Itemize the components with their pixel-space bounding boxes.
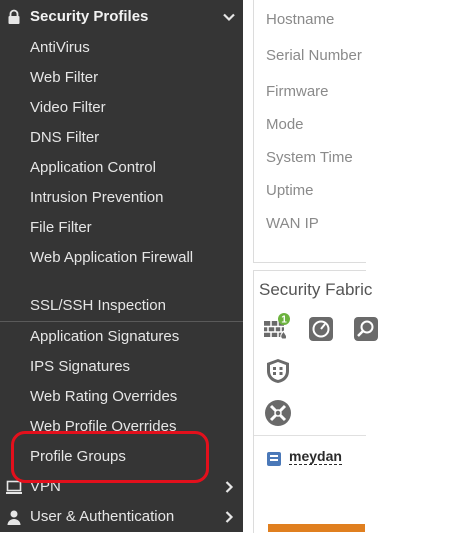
sidebar-item-label: User & Authentication [30, 508, 175, 525]
sidebar-item-file-filter[interactable]: File Filter [30, 219, 92, 237]
notification-badge: 1 [281, 315, 287, 326]
sidebar-item-intrusion-prevention[interactable]: Intrusion Prevention [30, 189, 163, 207]
sidebar-item-web-filter[interactable]: Web Filter [30, 69, 98, 87]
sidebar-item-ips-signatures[interactable]: IPS Signatures [30, 358, 130, 376]
sidebar-item-application-control[interactable]: Application Control [30, 159, 156, 177]
user-icon [7, 510, 21, 525]
highlight-annotation [11, 431, 209, 483]
sidebar-item-dns-filter[interactable]: DNS Filter [30, 129, 99, 147]
widget-title: Security Fabric [259, 280, 373, 299]
main-content: Hostname Serial Number Firmware Mode Sys… [243, 0, 465, 533]
sidebar-item-web-application-firewall[interactable]: Web Application Firewall [30, 249, 200, 267]
divider [254, 435, 366, 436]
fabric-device-link[interactable]: meydan [289, 449, 342, 465]
label-system-time: System Time [266, 149, 353, 166]
label-uptime: Uptime [266, 182, 314, 199]
gauge-icon[interactable] [307, 315, 335, 343]
label-hostname: Hostname [266, 11, 335, 28]
sidebar-group-title: Security Profiles [30, 8, 149, 25]
label-serial-number: Serial Number [266, 47, 362, 64]
sidebar-item-web-rating-overrides[interactable]: Web Rating Overrides [30, 388, 177, 406]
sidebar-item-video-filter[interactable]: Video Filter [30, 99, 106, 117]
security-fabric-widget: Security Fabric 1 meydan [253, 270, 378, 533]
sidebar-item-ssl-ssh-inspection[interactable]: SSL/SSH Inspection [30, 297, 166, 315]
chevron-right-icon [225, 511, 234, 523]
tools-icon[interactable] [264, 399, 292, 427]
sidebar-item-user-authentication[interactable]: User & Authentication [0, 502, 243, 532]
sidebar-divider [0, 321, 243, 322]
chevron-down-icon[interactable] [222, 10, 236, 24]
chevron-right-icon [225, 481, 234, 493]
label-wan-ip: WAN IP [266, 215, 319, 232]
shield-icon[interactable] [264, 357, 292, 385]
firewall-icon[interactable]: 1 [262, 313, 290, 341]
action-button[interactable] [268, 524, 365, 532]
sidebar-item-application-signatures[interactable]: Application Signatures [30, 328, 179, 346]
sidebar-item-antivirus[interactable]: AntiVirus [30, 39, 90, 57]
label-mode: Mode [266, 116, 304, 133]
label-firmware: Firmware [266, 83, 329, 100]
device-icon [267, 452, 281, 466]
search-icon[interactable] [352, 315, 380, 343]
system-information-widget: Hostname Serial Number Firmware Mode Sys… [253, 0, 366, 263]
lock-icon [8, 9, 20, 24]
sidebar-group-security-profiles[interactable]: Security Profiles [0, 0, 243, 34]
